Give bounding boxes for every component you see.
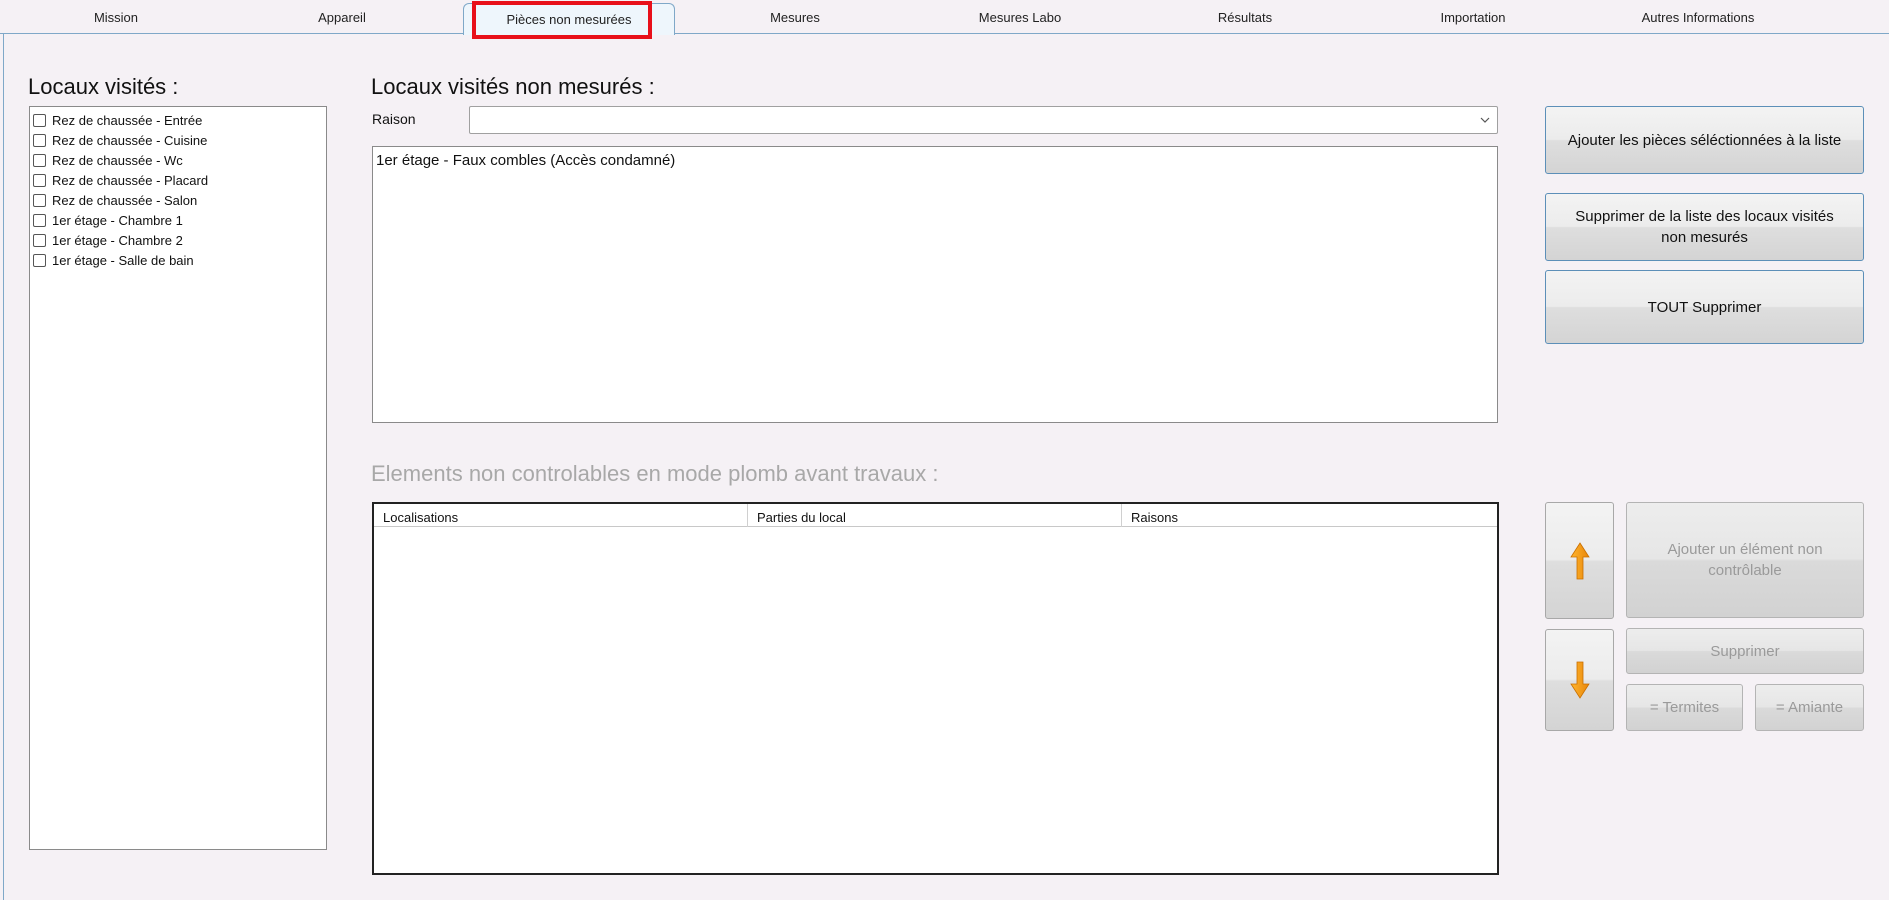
tab-pieces-non-mesurees[interactable]: Pièces non mesurées — [463, 3, 675, 35]
arrow-up-icon — [1569, 541, 1591, 581]
chevron-down-icon — [1479, 113, 1491, 125]
visited-room-item[interactable]: Rez de chaussée - Wc — [30, 150, 326, 170]
visited-room-label: Rez de chaussée - Entrée — [52, 112, 203, 128]
tab-mission[interactable]: Mission — [56, 0, 176, 34]
reason-combobox[interactable] — [469, 106, 1498, 134]
checkbox[interactable] — [33, 233, 46, 247]
delete-all-button[interactable]: TOUT Supprimer — [1545, 270, 1864, 344]
visited-title: Locaux visités : — [28, 74, 179, 99]
checkbox[interactable] — [33, 133, 46, 147]
visited-room-item[interactable]: Rez de chaussée - Entrée — [30, 110, 326, 130]
visited-room-item[interactable]: 1er étage - Salle de bain — [30, 250, 326, 270]
add-non-controllable-element-button[interactable]: Ajouter un élément non contrôlable — [1626, 502, 1864, 618]
visited-room-item[interactable]: Rez de chaussée - Placard — [30, 170, 326, 190]
tab-resultats[interactable]: Résultats — [1185, 0, 1305, 34]
visited-room-label: 1er étage - Chambre 2 — [52, 232, 183, 248]
visited-room-label: 1er étage - Chambre 1 — [52, 212, 183, 228]
delete-element-button[interactable]: Supprimer — [1626, 628, 1864, 674]
elements-title: Elements non controlables en mode plomb … — [371, 461, 939, 486]
non-measured-item[interactable]: 1er étage - Faux combles (Accès condamné… — [376, 152, 1494, 169]
visited-room-label: 1er étage - Salle de bain — [52, 252, 194, 268]
tab-importation[interactable]: Importation — [1403, 0, 1543, 34]
visited-room-item[interactable]: Rez de chaussée - Salon — [30, 190, 326, 210]
remove-from-list-button[interactable]: Supprimer de la liste des locaux visités… — [1545, 193, 1864, 261]
visited-room-item[interactable]: 1er étage - Chambre 2 — [30, 230, 326, 250]
elements-grid[interactable]: Localisations Parties du local Raisons — [372, 502, 1499, 875]
column-header-parties-du-local[interactable]: Parties du local — [748, 504, 1122, 527]
visited-room-label: Rez de chaussée - Salon — [52, 192, 198, 208]
copy-termites-button[interactable]: = Termites — [1626, 684, 1743, 731]
checkbox[interactable] — [33, 113, 46, 127]
visited-room-item[interactable]: 1er étage - Chambre 1 — [30, 210, 326, 230]
tab-appareil[interactable]: Appareil — [282, 0, 402, 34]
visited-room-item[interactable]: Rez de chaussée - Cuisine — [30, 130, 326, 150]
frame-border — [3, 34, 4, 900]
arrow-down-icon — [1569, 660, 1591, 700]
checkbox[interactable] — [33, 193, 46, 207]
checkbox[interactable] — [33, 153, 46, 167]
move-down-button[interactable] — [1545, 629, 1614, 731]
move-up-button[interactable] — [1545, 502, 1614, 619]
checkbox[interactable] — [33, 213, 46, 227]
checkbox[interactable] — [33, 253, 46, 267]
checkbox[interactable] — [33, 173, 46, 187]
visited-rooms-list[interactable]: Rez de chaussée - Entrée Rez de chaussée … — [29, 106, 327, 850]
visited-room-label: Rez de chaussée - Placard — [52, 172, 209, 188]
tab-autres-informations[interactable]: Autres Informations — [1618, 0, 1778, 34]
tab-mesures-labo[interactable]: Mesures Labo — [950, 0, 1090, 34]
tab-bar: Mission Appareil Pièces non mesurées Mes… — [0, 0, 1889, 35]
copy-amiante-button[interactable]: = Amiante — [1755, 684, 1864, 731]
non-measured-title: Locaux visités non mesurés : — [371, 74, 655, 99]
column-header-localisations[interactable]: Localisations — [374, 504, 748, 527]
tab-mesures[interactable]: Mesures — [735, 0, 855, 34]
visited-room-label: Rez de chaussée - Cuisine — [52, 132, 208, 148]
reason-label: Raison — [372, 111, 416, 127]
grid-header: Localisations Parties du local Raisons — [374, 504, 1497, 527]
visited-room-label: Rez de chaussée - Wc — [52, 152, 183, 168]
non-measured-list[interactable]: 1er étage - Faux combles (Accès condamné… — [372, 146, 1498, 423]
add-selected-rooms-button[interactable]: Ajouter les pièces séléctionnées à la li… — [1545, 106, 1864, 174]
column-header-raisons[interactable]: Raisons — [1122, 504, 1497, 527]
